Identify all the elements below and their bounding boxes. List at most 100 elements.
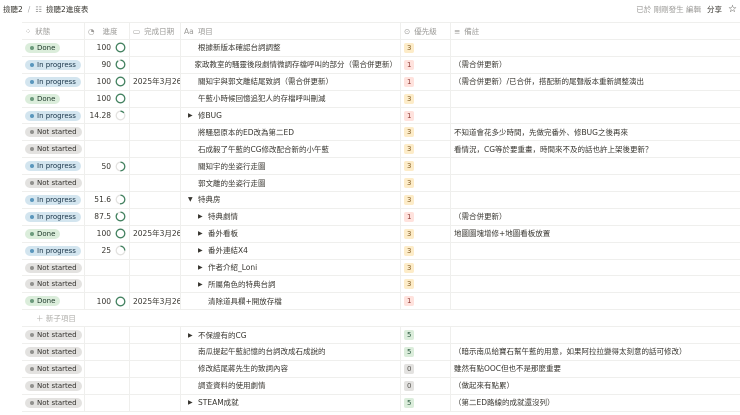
item-cell[interactable]: ▶ 不保證有的CG: [181, 327, 401, 344]
priority-cell[interactable]: 3: [401, 141, 451, 158]
status-badge[interactable]: Done: [25, 228, 61, 239]
priority-cell[interactable]: 5: [401, 327, 451, 344]
item-cell[interactable]: ▶ STEAM成就: [181, 394, 401, 411]
table-row[interactable]: Not started 南瓜提起午藍記憶的台詞改成石成說的 5 （暗示南瓜給寶石…: [22, 344, 740, 361]
status-badge[interactable]: In progress: [25, 59, 81, 70]
notes-cell[interactable]: [451, 260, 740, 276]
share-button[interactable]: 分享: [707, 4, 722, 15]
priority-cell[interactable]: 1: [401, 107, 451, 124]
status-badge[interactable]: Not started: [25, 380, 82, 391]
table-row[interactable]: Done 100 2025年3月26日 ▶番外看板 3 地圖圖塊增修+地圖看板放…: [22, 225, 740, 243]
item-title[interactable]: 修BUG: [198, 110, 222, 121]
date-cell[interactable]: [130, 107, 181, 124]
status-cell[interactable]: In progress: [22, 56, 85, 73]
progress-cell[interactable]: 25: [85, 242, 130, 259]
priority-cell[interactable]: 3: [401, 124, 451, 141]
item-title[interactable]: 調查資料的使用劇情: [198, 380, 266, 391]
item-cell[interactable]: 郭文離的坐姿行走圖: [181, 175, 401, 192]
date-cell[interactable]: [130, 208, 181, 225]
status-cell[interactable]: In progress: [22, 158, 85, 175]
status-badge[interactable]: Not started: [25, 262, 82, 273]
status-cell[interactable]: Not started: [22, 276, 85, 293]
table-row[interactable]: In progress 50 關知宇的坐姿行走圖 3: [22, 158, 740, 176]
progress-cell[interactable]: [85, 377, 130, 394]
item-title[interactable]: 家政教室的騷靈後段劇情微調存檔呼叫的部分（需合併更新）: [195, 59, 398, 70]
item-title[interactable]: 特典房: [198, 194, 221, 205]
toggle-closed-icon[interactable]: ▶: [198, 230, 208, 237]
status-badge[interactable]: In progress: [25, 194, 81, 205]
priority-cell[interactable]: 3: [401, 175, 451, 192]
progress-cell[interactable]: 100: [85, 73, 130, 90]
priority-cell[interactable]: 1: [401, 73, 451, 90]
priority-cell[interactable]: 0: [401, 360, 451, 377]
status-badge[interactable]: Not started: [25, 363, 82, 374]
item-title[interactable]: 將騷惡原本的ED改為第二ED: [198, 127, 294, 138]
priority-cell[interactable]: 3: [401, 192, 451, 208]
progress-cell[interactable]: [85, 327, 130, 344]
item-cell[interactable]: 調查資料的使用劇情: [181, 377, 401, 394]
column-header-notes[interactable]: ≡ 備註: [451, 23, 740, 39]
status-badge[interactable]: Not started: [25, 144, 82, 155]
item-cell[interactable]: ▶ 特典劇情: [181, 208, 401, 225]
status-badge[interactable]: Done: [25, 42, 61, 53]
item-cell[interactable]: 清除道具欄+開放存檔: [181, 293, 401, 310]
table-row[interactable]: Done 100 根據新版本確認台詞調整 3: [22, 40, 740, 57]
status-cell[interactable]: Not started: [22, 141, 85, 158]
item-cell[interactable]: 午藍小時候回憶追犯人的存檔呼叫刪減: [181, 90, 401, 107]
item-title[interactable]: 石成毅了午藍的CG修改配合新的小午藍: [198, 144, 329, 155]
item-cell[interactable]: ▼ 特典房: [181, 192, 401, 208]
column-header-date[interactable]: ▭ 完成日期: [130, 23, 181, 39]
notes-cell[interactable]: [451, 40, 740, 56]
item-cell[interactable]: 根據新版本確認台詞調整: [181, 40, 401, 56]
table-row[interactable]: In progress 25 ▶ 番外連結X4 3: [22, 242, 740, 260]
toggle-closed-icon[interactable]: ▶: [198, 281, 208, 288]
date-cell[interactable]: [130, 175, 181, 192]
table-row[interactable]: Not started ▶ 作者介紹_Loni 3: [22, 259, 740, 277]
item-cell[interactable]: ▶ 所屬角色的特典台詞: [181, 276, 401, 293]
status-badge[interactable]: Not started: [25, 178, 82, 189]
item-title[interactable]: 番外看板: [208, 228, 238, 239]
priority-cell[interactable]: 1: [401, 293, 451, 310]
status-cell[interactable]: Not started: [22, 344, 85, 360]
notes-cell[interactable]: [451, 158, 740, 174]
item-cell[interactable]: 關知宇與郭文離結尾致詞（需合併更新）: [181, 73, 401, 90]
item-title[interactable]: 清除道具欄+開放存檔: [208, 296, 282, 307]
status-badge[interactable]: Not started: [25, 279, 82, 290]
item-title[interactable]: 南瓜提起午藍記憶的台詞改成石成說的: [198, 346, 326, 357]
status-cell[interactable]: In progress: [22, 242, 85, 259]
item-cell[interactable]: ▶ 作者介紹_Loni: [181, 259, 401, 276]
date-cell[interactable]: 2025年3月26日: [130, 73, 181, 90]
table-row[interactable]: In progress 51.6 ▼ 特典房 3: [22, 192, 740, 209]
table-row[interactable]: In progress 87.5 ▶ 特典劇情 1 （需合併更新）: [22, 208, 740, 226]
status-cell[interactable]: In progress: [22, 107, 85, 124]
column-header-item[interactable]: Aa 項目: [181, 23, 401, 39]
notes-cell[interactable]: （第二ED路線的成就還沒列）: [451, 395, 740, 411]
new-subitem-row[interactable]: ＋ 新子項目: [22, 310, 740, 328]
status-cell[interactable]: In progress: [22, 208, 85, 225]
priority-cell[interactable]: 3: [401, 242, 451, 259]
date-cell[interactable]: [130, 124, 181, 141]
status-cell[interactable]: Not started: [22, 124, 85, 141]
status-cell[interactable]: In progress: [22, 192, 85, 208]
status-badge[interactable]: In progress: [25, 161, 81, 172]
date-cell[interactable]: [130, 377, 181, 394]
progress-cell[interactable]: 87.5: [85, 208, 130, 225]
notes-cell[interactable]: [451, 192, 740, 208]
status-badge[interactable]: Done: [25, 93, 61, 104]
date-cell[interactable]: [130, 90, 181, 107]
status-badge[interactable]: In progress: [25, 245, 81, 256]
item-cell[interactable]: 家政教室的騷靈後段劇情微調存檔呼叫的部分（需合併更新）: [181, 56, 401, 73]
item-title[interactable]: 作者介紹_Loni: [208, 262, 257, 273]
notes-cell[interactable]: [451, 327, 740, 343]
table-row[interactable]: Not started 調查資料的使用劇情 0 （做起來有點累）: [22, 377, 740, 395]
date-cell[interactable]: [130, 242, 181, 259]
progress-cell[interactable]: 100: [85, 40, 130, 56]
notes-cell[interactable]: [451, 91, 740, 107]
date-cell[interactable]: [130, 259, 181, 276]
status-badge[interactable]: Not started: [25, 127, 82, 138]
date-cell[interactable]: [130, 56, 181, 73]
table-row[interactable]: In progress 90 家政教室的騷靈後段劇情微調存檔呼叫的部分（需合併更…: [22, 56, 740, 74]
progress-cell[interactable]: 90: [85, 56, 130, 73]
progress-cell[interactable]: 14.28: [85, 107, 130, 124]
item-title[interactable]: 修改結尾蔣先生的致詞內容: [198, 363, 288, 374]
